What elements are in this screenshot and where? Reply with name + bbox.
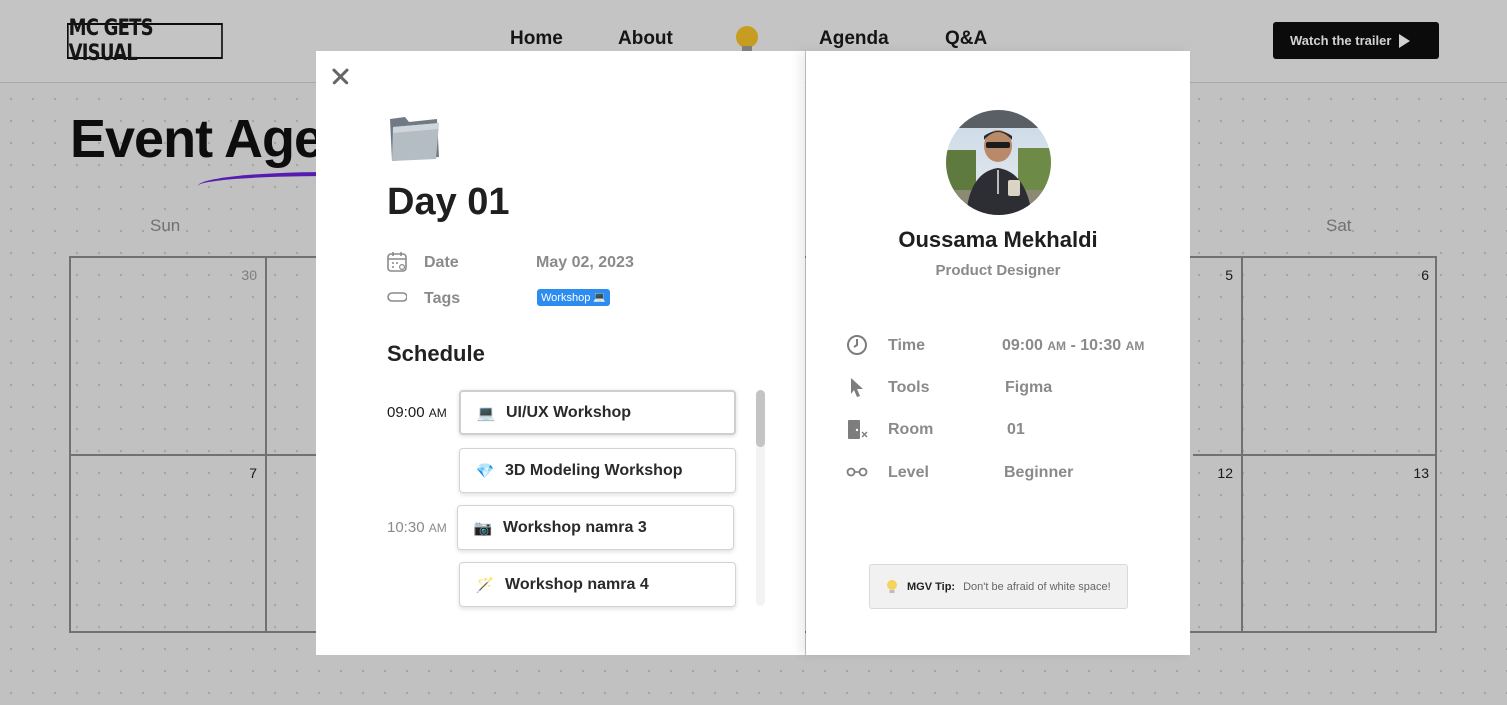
schedule-scrollbar[interactable] <box>756 390 765 606</box>
door-icon <box>848 420 868 439</box>
laptop-icon: 💻 <box>476 404 496 422</box>
schedule-time-ampm: AM <box>428 406 447 420</box>
lightbulb-icon <box>887 579 897 593</box>
calendar-icon <box>387 252 407 272</box>
speaker-role: Product Designer <box>935 262 1061 279</box>
close-icon[interactable] <box>328 64 352 88</box>
time-value: 09:00 AM - 10:30 AM <box>1002 337 1144 355</box>
schedule-time: 10:30 AM <box>387 519 447 536</box>
day-title: Day 01 <box>387 181 510 223</box>
tags-label: Tags <box>424 290 461 307</box>
schedule-item-title: 3D Modeling Workshop <box>505 461 683 479</box>
schedule-item[interactable]: 💎 3D Modeling Workshop <box>459 448 736 493</box>
time-row: Time 09:00 AM - 10:30 AM <box>846 334 1176 358</box>
magic-wand-icon: 🪄 <box>475 576 495 594</box>
time-separator: - <box>1070 337 1076 354</box>
date-value: May 02, 2023 <box>536 254 634 271</box>
tip-label: MGV Tip: <box>907 580 956 593</box>
schedule-time-value: 09:00 <box>387 404 425 421</box>
time-end: 10:30 <box>1080 337 1122 354</box>
scrollbar-thumb[interactable] <box>756 390 765 447</box>
folder-icon <box>390 117 439 161</box>
schedule-item-title: Workshop namra 4 <box>505 575 649 593</box>
speaker-avatar <box>946 110 1051 215</box>
cursor-icon <box>851 378 863 397</box>
tip-box: MGV Tip: Don't be afraid of white space! <box>869 564 1128 609</box>
gem-icon: 💎 <box>475 462 495 480</box>
tools-row: Tools Figma <box>846 376 1176 400</box>
workshop-tag[interactable]: Workshop 💻 <box>537 289 610 306</box>
tags-row: Tags Workshop 💻 <box>387 287 787 309</box>
camera-icon: 📷 <box>473 519 493 537</box>
schedule-title: Schedule <box>387 341 485 366</box>
time-end-ampm: AM <box>1125 339 1145 353</box>
tag-icon <box>387 292 407 302</box>
schedule-item[interactable]: 💻 UI/UX Workshop <box>459 390 736 435</box>
schedule-item[interactable]: 🪄 Workshop namra 4 <box>459 562 736 607</box>
schedule-item-title: UI/UX Workshop <box>506 403 632 421</box>
event-modal-details: Day 01 Date May 02, 2023 Tags Workshop 💻… <box>316 51 805 655</box>
level-icon <box>846 467 868 477</box>
schedule-time: 09:00 AM <box>387 404 447 421</box>
clock-icon <box>847 335 867 355</box>
tip-text: Don't be afraid of white space! <box>963 580 1111 593</box>
date-label: Date <box>424 254 459 271</box>
time-label: Time <box>888 337 926 354</box>
laptop-icon: 💻 <box>593 292 606 303</box>
level-value: Beginner <box>1004 464 1074 481</box>
workshop-tag-label: Workshop <box>541 291 591 304</box>
tools-label: Tools <box>888 379 930 396</box>
schedule-item-title: Workshop namra 3 <box>503 518 647 536</box>
level-row: Level Beginner <box>846 461 1176 485</box>
speaker-panel: Oussama Mekhaldi Product Designer Time 0… <box>806 51 1190 655</box>
level-label: Level <box>888 464 929 481</box>
date-row: Date May 02, 2023 <box>387 251 787 273</box>
speaker-name: Oussama Mekhaldi <box>898 227 1098 252</box>
schedule-item[interactable]: 📷 Workshop namra 3 <box>457 505 734 550</box>
room-value: 01 <box>1007 421 1025 438</box>
schedule-time-value: 10:30 <box>387 519 425 536</box>
time-start: 09:00 <box>1002 337 1043 354</box>
room-row: Room 01 <box>846 418 1176 442</box>
tools-value: Figma <box>1005 379 1053 396</box>
schedule-time-ampm: AM <box>428 521 447 535</box>
time-start-ampm: AM <box>1047 339 1067 353</box>
room-label: Room <box>888 421 934 438</box>
